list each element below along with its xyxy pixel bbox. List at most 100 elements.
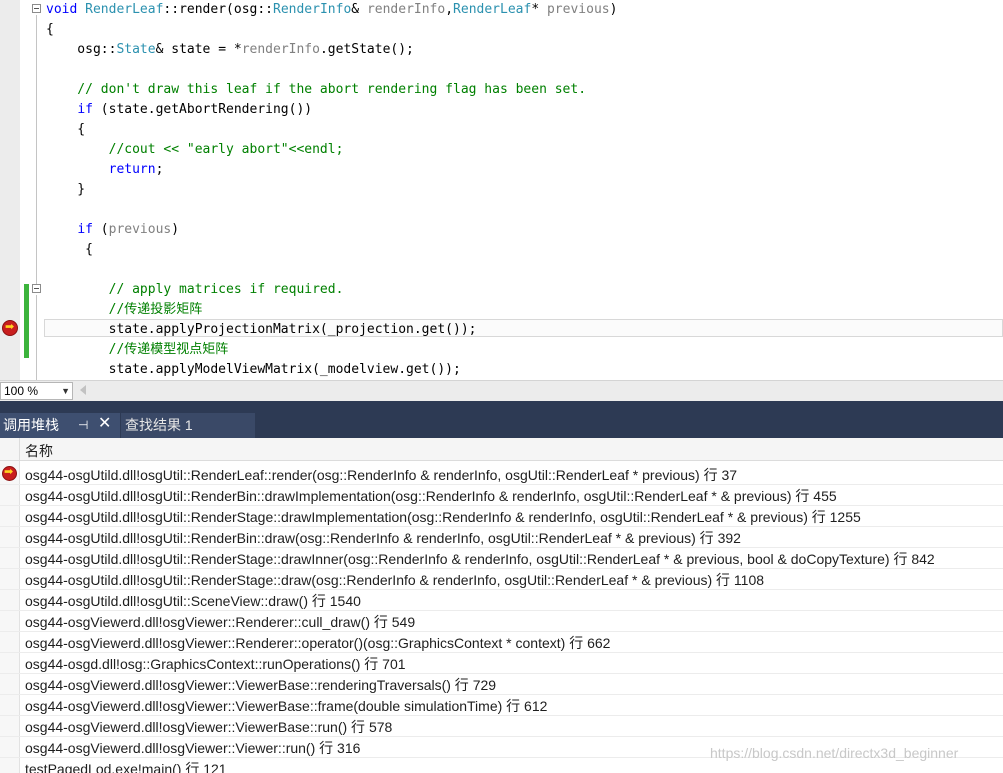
code-line[interactable]: { xyxy=(46,20,54,40)
code-token: , xyxy=(445,2,454,17)
code-token: ::render(osg:: xyxy=(163,2,273,17)
code-token: state.applyProjectionMatrix(_projection.… xyxy=(46,322,477,337)
chevron-down-icon[interactable]: ▼ xyxy=(61,383,70,399)
stack-frame-row[interactable]: osg44-osgUtild.dll!osgUtil::RenderStage:… xyxy=(0,506,1003,527)
stack-frame-label: testPagedLod.exe!main() 行 121 xyxy=(25,761,227,773)
stack-frame-row[interactable]: osg44-osgd.dll!osg::GraphicsContext::run… xyxy=(0,653,1003,674)
tab-call-stack[interactable]: 调用堆栈 ⊣ ✕ xyxy=(0,413,120,438)
change-tracking-bar xyxy=(24,284,29,358)
code-token: //传递投影矩阵 xyxy=(46,302,203,317)
code-token: //cout << "early abort"<<endl; xyxy=(46,142,344,157)
zoom-value: 100 % xyxy=(4,384,39,398)
stack-frame-row[interactable]: osg44-osgUtild.dll!osgUtil::SceneView::d… xyxy=(0,590,1003,611)
breakpoint-current-statement-icon[interactable] xyxy=(2,320,18,336)
tool-window-tabstrip: 调用堆栈 ⊣ ✕ 查找结果 1 xyxy=(0,401,1003,438)
code-token: ( xyxy=(92,222,109,237)
code-line[interactable]: //cout << "early abort"<<endl; xyxy=(46,140,344,160)
collapse-icon[interactable] xyxy=(32,284,41,293)
stack-frame-label: osg44-osgViewerd.dll!osgViewer::ViewerBa… xyxy=(25,677,497,693)
stack-frame-row[interactable]: osg44-osgViewerd.dll!osgViewer::ViewerBa… xyxy=(0,716,1003,737)
code-token: // don't draw this leaf if the abort ren… xyxy=(46,82,587,97)
grid-header: 名称 xyxy=(0,438,1003,461)
stack-frame-label: osg44-osgUtild.dll!osgUtil::RenderLeaf::… xyxy=(25,467,738,483)
stack-frame-label: osg44-osgUtild.dll!osgUtil::RenderBin::d… xyxy=(25,488,837,504)
stack-frame-label: osg44-osgUtild.dll!osgUtil::RenderBin::d… xyxy=(25,530,741,546)
column-header-name[interactable]: 名称 xyxy=(25,441,53,461)
code-token: // apply matrices if required. xyxy=(46,282,344,297)
code-line[interactable]: //传递模型视点矩阵 xyxy=(46,340,229,360)
code-line[interactable]: // apply matrices if required. xyxy=(46,280,344,300)
editor-status-bar: 100 % ▼ xyxy=(0,380,1003,401)
code-token: ) xyxy=(609,2,618,17)
code-token: ; xyxy=(155,162,164,177)
stack-frame-label: osg44-osgUtild.dll!osgUtil::RenderStage:… xyxy=(25,572,765,588)
code-line[interactable]: state.applyProjectionMatrix(_projection.… xyxy=(46,320,477,340)
code-token: { xyxy=(46,122,86,137)
code-token: (state.getAbortRendering()) xyxy=(92,102,313,117)
code-token: previous xyxy=(108,222,172,237)
code-token: RenderLeaf xyxy=(85,2,164,17)
code-token: State xyxy=(116,42,156,57)
code-token: renderInfo xyxy=(241,42,320,57)
code-line[interactable]: // don't draw this leaf if the abort ren… xyxy=(46,80,586,100)
watermark: https://blog.csdn.net/directx3d_beginner xyxy=(710,745,959,761)
code-token: previous xyxy=(546,2,610,17)
stack-frame-row[interactable]: osg44-osgViewerd.dll!osgViewer::ViewerBa… xyxy=(0,674,1003,695)
stack-frame-label: osg44-osgViewerd.dll!osgViewer::ViewerBa… xyxy=(25,719,393,735)
stack-frame-row[interactable]: osg44-osgViewerd.dll!osgViewer::Renderer… xyxy=(0,632,1003,653)
outline-guide xyxy=(36,15,37,285)
code-token: osg:: xyxy=(46,42,117,57)
scroll-left-icon[interactable] xyxy=(80,385,86,395)
stack-frame-row[interactable]: osg44-osgViewerd.dll!osgViewer::Renderer… xyxy=(0,611,1003,632)
stack-frame-row[interactable]: osg44-osgUtild.dll!osgUtil::RenderLeaf::… xyxy=(0,464,1003,485)
stack-frame-label: osg44-osgViewerd.dll!osgViewer::Renderer… xyxy=(25,614,416,630)
collapse-icon[interactable] xyxy=(32,4,41,13)
current-frame-arrow-icon xyxy=(2,465,17,481)
code-line[interactable]: } xyxy=(46,180,85,200)
stack-frame-label: osg44-osgUtild.dll!osgUtil::SceneView::d… xyxy=(25,593,361,609)
code-line[interactable]: { xyxy=(46,240,93,260)
zoom-dropdown[interactable]: 100 % ▼ xyxy=(0,382,73,400)
code-token: & state = * xyxy=(155,42,242,57)
tab-find-results[interactable]: 查找结果 1 xyxy=(121,413,255,438)
stack-frame-label: osg44-osgViewerd.dll!osgViewer::ViewerBa… xyxy=(25,698,548,714)
code-line[interactable]: return; xyxy=(46,160,164,180)
code-line[interactable]: if (previous) xyxy=(46,220,179,240)
code-token: //传递模型视点矩阵 xyxy=(46,342,229,357)
code-line[interactable]: //传递投影矩阵 xyxy=(46,300,203,320)
code-token: if xyxy=(77,222,93,237)
code-line[interactable]: if (state.getAbortRendering()) xyxy=(46,100,312,120)
code-line[interactable]: osg::State& state = *renderInfo.getState… xyxy=(46,40,414,60)
code-editor[interactable]: void RenderLeaf::render(osg::RenderInfo&… xyxy=(0,0,1003,380)
code-token: renderInfo xyxy=(366,2,446,17)
code-token: { xyxy=(46,22,54,37)
header-gutter xyxy=(0,438,20,461)
code-token: } xyxy=(46,182,86,197)
call-stack-grid[interactable]: 名称 osg44-osgUtild.dll!osgUtil::RenderLea… xyxy=(0,438,1003,773)
code-token: & xyxy=(351,2,367,17)
code-token: ) xyxy=(171,222,180,237)
stack-frame-label: osg44-osgUtild.dll!osgUtil::RenderStage:… xyxy=(25,551,935,567)
code-token: RenderInfo xyxy=(273,2,352,17)
code-token: { xyxy=(46,242,93,257)
stack-frame-row[interactable]: osg44-osgUtild.dll!osgUtil::RenderStage:… xyxy=(0,569,1003,590)
close-icon[interactable]: ✕ xyxy=(98,412,111,436)
code-token: if xyxy=(77,102,93,117)
stack-frame-row[interactable]: osg44-osgUtild.dll!osgUtil::RenderStage:… xyxy=(0,548,1003,569)
pin-icon[interactable]: ⊣ xyxy=(78,413,88,437)
stack-frame-row[interactable]: osg44-osgViewerd.dll!osgViewer::ViewerBa… xyxy=(0,695,1003,716)
stack-frame-row[interactable]: osg44-osgUtild.dll!osgUtil::RenderBin::d… xyxy=(0,485,1003,506)
code-line[interactable]: { xyxy=(46,120,85,140)
outline-guide xyxy=(36,295,37,380)
code-token: return xyxy=(108,162,156,177)
tab-label: 调用堆栈 xyxy=(3,417,59,433)
stack-frame-label: osg44-osgViewerd.dll!osgViewer::Viewer::… xyxy=(25,740,361,756)
code-line[interactable]: void RenderLeaf::render(osg::RenderInfo&… xyxy=(46,0,617,20)
stack-frame-row[interactable]: osg44-osgUtild.dll!osgUtil::RenderBin::d… xyxy=(0,527,1003,548)
stack-frame-label: osg44-osgd.dll!osg::GraphicsContext::run… xyxy=(25,656,406,672)
code-line[interactable]: state.applyModelViewMatrix(_modelview.ge… xyxy=(46,360,461,380)
code-token: .getState(); xyxy=(319,42,414,57)
